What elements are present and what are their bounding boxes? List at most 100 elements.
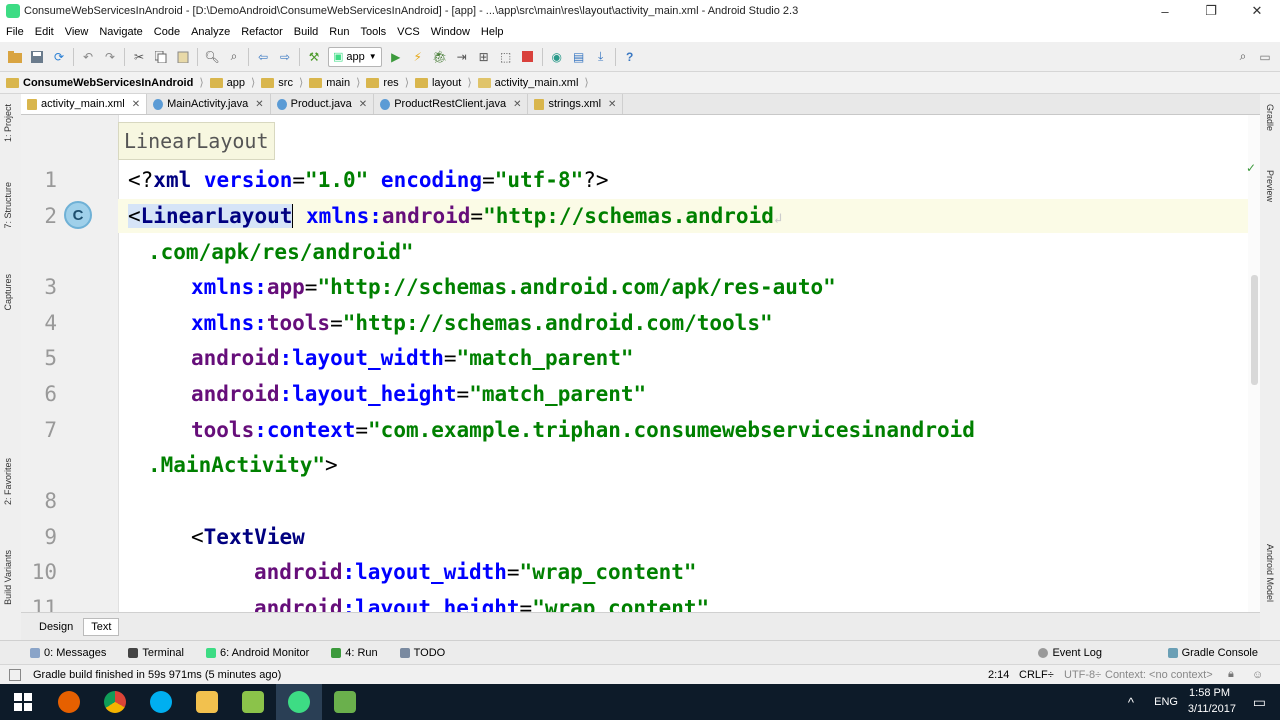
cut-icon[interactable]: ✂ (130, 48, 148, 66)
close-tab-icon[interactable]: ✕ (255, 99, 263, 110)
tab-activity-main-xml[interactable]: activity_main.xml ✕ (21, 94, 148, 114)
layout-icon[interactable]: ▭ (1256, 48, 1274, 66)
replace-icon[interactable]: ⌕ (225, 48, 243, 66)
menu-navigate[interactable]: Navigate (95, 26, 149, 38)
run-icon[interactable]: ▶ (387, 48, 405, 66)
help-icon[interactable]: ? (621, 48, 639, 66)
tool-tab-favorites[interactable]: 2: Favorites (3, 458, 13, 505)
breadcrumb-main[interactable]: main ⟩ (309, 76, 366, 89)
class-gutter-icon[interactable]: C (64, 201, 92, 229)
notepad-plus-icon[interactable] (230, 684, 276, 720)
close-tab-icon[interactable]: ✕ (359, 99, 367, 110)
menu-run[interactable]: Run (325, 26, 356, 38)
close-tab-icon[interactable]: ✕ (132, 99, 140, 110)
tool-event-log[interactable]: Event Log (1038, 647, 1102, 659)
redo-icon[interactable]: ↷ (101, 48, 119, 66)
save-all-icon[interactable] (28, 48, 46, 66)
tray-chevron[interactable]: ^ (1128, 695, 1134, 710)
menu-view[interactable]: View (61, 26, 96, 38)
code-editor[interactable]: LinearLayout C 1 2 3 4 5 6 7 8 9 10 11 <… (21, 115, 1260, 612)
menu-refactor[interactable]: Refactor (237, 26, 290, 38)
menu-code[interactable]: Code (150, 26, 187, 38)
breadcrumb-src[interactable]: src ⟩ (261, 76, 309, 89)
close-tab-icon[interactable]: ✕ (513, 99, 521, 110)
make-project-icon[interactable]: ⚒ (305, 48, 323, 66)
firefox-icon[interactable] (46, 684, 92, 720)
breadcrumb-file[interactable]: activity_main.xml ⟩ (477, 76, 595, 89)
open-folder-icon[interactable] (6, 48, 24, 66)
stop-icon[interactable] (519, 48, 537, 66)
line-separator[interactable]: CRLF÷ (1019, 669, 1054, 681)
breadcrumb-res[interactable]: res ⟩ (366, 76, 415, 89)
forward-icon[interactable]: ⇨ (276, 48, 294, 66)
menu-file[interactable]: File (2, 26, 31, 38)
chrome-icon[interactable] (92, 684, 138, 720)
file-explorer-icon[interactable] (184, 684, 230, 720)
tab-mainactivity-java[interactable]: MainActivity.java ✕ (147, 94, 271, 114)
menu-build[interactable]: Build (290, 26, 325, 38)
hector-icon[interactable]: ☺ (1252, 669, 1263, 681)
tab-productrestclient-java[interactable]: ProductRestClient.java ✕ (374, 94, 529, 114)
context-selector[interactable]: Context: <no context> (1105, 669, 1213, 681)
language-indicator[interactable]: ENG (1154, 696, 1178, 708)
profile-icon[interactable]: ⊞ (475, 48, 493, 66)
notifications-icon[interactable]: ▭ (1253, 694, 1266, 711)
close-tab-icon[interactable]: ✕ (608, 99, 616, 110)
copy-icon[interactable] (152, 48, 170, 66)
tool-tab-android-model[interactable]: Android Model (1265, 544, 1275, 602)
tool-todo[interactable]: TODO (399, 647, 445, 659)
caret-position[interactable]: 2:14 (988, 669, 1009, 681)
run-config-select[interactable]: ▣ app ▼ (328, 46, 382, 67)
sdk-manager-icon[interactable]: ⤓ (592, 48, 610, 66)
find-icon[interactable]: 🔍︎ (203, 48, 221, 66)
scrollbar-thumb[interactable] (1251, 275, 1258, 385)
tab-strings-xml[interactable]: strings.xml ✕ (528, 94, 624, 114)
menu-edit[interactable]: Edit (31, 26, 61, 38)
tool-tab-structure[interactable]: 7: Structure (3, 182, 13, 229)
lock-icon[interactable]: 🔒︎ (1228, 668, 1234, 681)
attach-icon[interactable]: ⬚ (497, 48, 515, 66)
start-button[interactable] (0, 684, 46, 720)
undo-icon[interactable]: ↶ (79, 48, 97, 66)
instant-run-icon[interactable]: ⚡ (409, 48, 427, 66)
back-icon[interactable]: ⇦ (254, 48, 272, 66)
skype-icon[interactable] (138, 684, 184, 720)
tab-design[interactable]: Design (31, 618, 81, 636)
tool-tab-preview[interactable]: Preview (1265, 170, 1275, 202)
tool-tab-captures[interactable]: Captures (3, 274, 13, 311)
android-studio-taskbar-icon[interactable] (276, 684, 322, 720)
project-structure-icon[interactable]: ▤ (570, 48, 588, 66)
menu-vcs[interactable]: VCS (393, 26, 427, 38)
editor-scrollbar[interactable] (1248, 115, 1260, 612)
file-encoding[interactable]: UTF-8÷ (1064, 669, 1101, 681)
menu-tools[interactable]: Tools (356, 26, 393, 38)
clock-date[interactable]: 3/11/2017 (1188, 703, 1236, 715)
tab-text[interactable]: Text (83, 617, 120, 636)
debug-icon[interactable]: 🐞︎ (431, 48, 449, 66)
search-everywhere-icon[interactable]: ⌕ (1234, 48, 1252, 66)
tab-product-java[interactable]: Product.java ✕ (271, 94, 375, 114)
menu-help[interactable]: Help (477, 26, 511, 38)
close-button[interactable]: ✕ (1234, 0, 1280, 22)
clock-time[interactable]: 1:58 PM (1189, 687, 1230, 699)
tool-messages[interactable]: 0: Messages (30, 647, 106, 659)
attach-debugger-icon[interactable]: ⇥ (453, 48, 471, 66)
status-toggle-icon[interactable] (9, 668, 21, 681)
tool-terminal[interactable]: Terminal (128, 647, 184, 659)
breadcrumb-project[interactable]: ConsumeWebServicesInAndroid ⟩ (6, 76, 210, 89)
tool-android-monitor[interactable]: 6: Android Monitor (205, 647, 309, 659)
maximize-button[interactable]: ❐ (1188, 0, 1234, 22)
breadcrumb-layout[interactable]: layout ⟩ (414, 76, 478, 89)
avd-manager-icon[interactable]: ◉ (548, 48, 566, 66)
tool-tab-build-variants[interactable]: Build Variants (3, 550, 13, 605)
breadcrumb-app[interactable]: app ⟩ (209, 76, 262, 89)
minimize-button[interactable]: – (1142, 0, 1188, 22)
tool-run[interactable]: 4: Run (331, 647, 378, 659)
tool-tab-gradle[interactable]: Gradle (1265, 104, 1275, 131)
tool-tab-project[interactable]: 1: Project (3, 104, 13, 142)
tool-gradle-console[interactable]: Gradle Console (1167, 647, 1258, 659)
paste-icon[interactable] (174, 48, 192, 66)
menu-analyze[interactable]: Analyze (187, 26, 237, 38)
app-taskbar-icon[interactable] (322, 684, 368, 720)
menu-window[interactable]: Window (427, 26, 477, 38)
